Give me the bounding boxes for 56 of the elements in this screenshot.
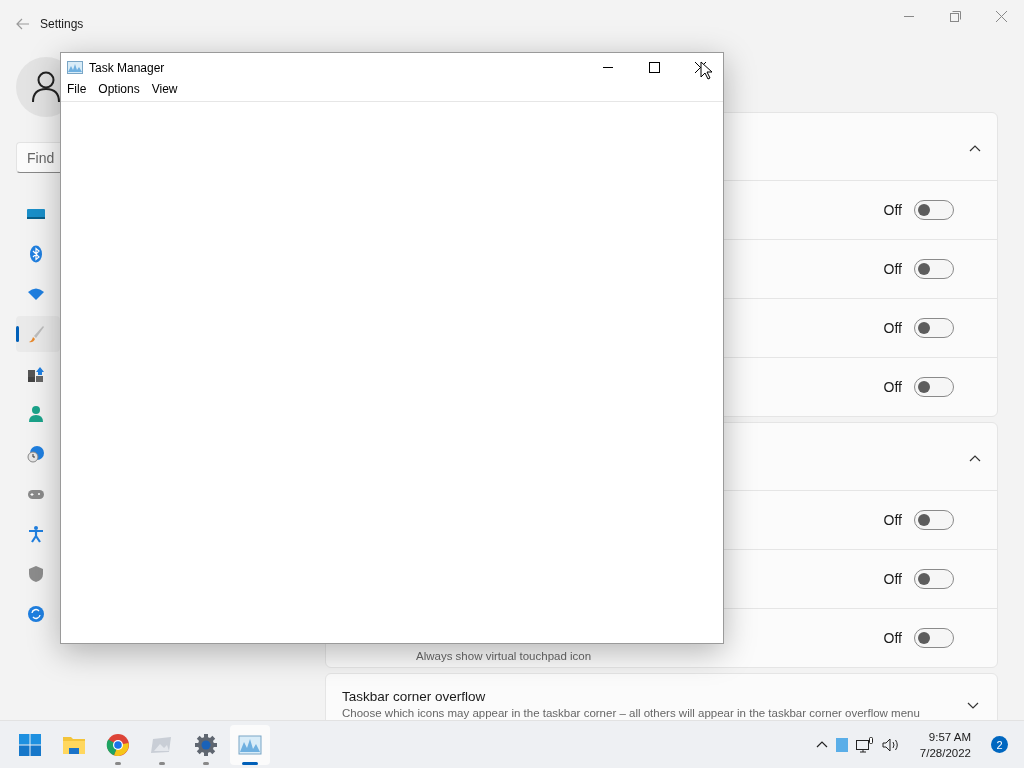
mouse-cursor-icon (700, 61, 712, 80)
shield-icon (27, 565, 45, 583)
toggle-label: Off (883, 630, 902, 646)
notification-badge[interactable]: 2 (991, 736, 1008, 753)
chevron-up-icon[interactable] (969, 144, 981, 152)
menu-item[interactable]: File (61, 82, 93, 101)
toggle-switch[interactable] (914, 259, 954, 279)
toggle-switch[interactable] (914, 200, 954, 220)
back-arrow-icon[interactable] (16, 18, 30, 30)
toggle-switch[interactable] (914, 318, 954, 338)
chevron-down-icon[interactable] (967, 702, 979, 709)
toggle-label: Off (883, 379, 902, 395)
toggle-switch[interactable] (914, 628, 954, 648)
task-manager-icon (67, 61, 83, 74)
nav-item[interactable] (16, 316, 60, 352)
task-manager-icon (238, 732, 262, 757)
setting-description: Choose which icons may appear in the taskbar corner – all others will appear in the taskbar corner overflow menu (342, 707, 920, 719)
search-field[interactable]: Find (16, 142, 60, 173)
restore-icon (949, 10, 961, 22)
apps-icon (27, 365, 45, 383)
toggle-label: Off (883, 512, 902, 528)
close-icon (995, 10, 1007, 22)
setting-title: Taskbar corner overflow (342, 689, 487, 704)
chrome-icon (106, 732, 130, 757)
accessibility-icon (27, 525, 45, 543)
menu-item[interactable]: Options (92, 82, 146, 101)
setting-description: Always show virtual touchpad icon (416, 650, 592, 663)
toggle-label: Off (883, 261, 902, 277)
toggle-switch[interactable] (914, 377, 954, 397)
toggle-switch[interactable] (914, 569, 954, 589)
toggle-label: Off (883, 202, 902, 218)
maximize-icon (648, 62, 660, 73)
toggle-label: Off (883, 571, 902, 587)
clock-date[interactable]: 7/28/2022 (919, 744, 971, 761)
chevron-up-icon[interactable] (969, 454, 981, 462)
minimize-icon (603, 67, 613, 68)
paintbrush-icon (27, 325, 45, 343)
bluetooth-icon (27, 245, 45, 263)
volume-icon[interactable] (881, 737, 900, 752)
person-icon (27, 405, 45, 423)
update-icon (27, 605, 45, 623)
close-icon (694, 62, 706, 73)
menu-item[interactable]: View (145, 82, 184, 101)
network-icon[interactable] (855, 736, 874, 753)
window-title: Task Manager (89, 60, 165, 75)
toggle-label: Off (883, 320, 902, 336)
settings-icon (194, 732, 218, 757)
toggle-switch[interactable] (914, 510, 954, 530)
clock-time[interactable]: 9:57 AM (928, 728, 971, 745)
chevron-up-icon[interactable] (815, 741, 828, 748)
taskbar-app-button[interactable] (230, 724, 270, 765)
person-icon (31, 71, 61, 103)
window-title: Settings (40, 17, 84, 31)
minimize-icon (904, 15, 914, 17)
clock-globe-icon (27, 445, 45, 463)
start-icon (18, 732, 42, 757)
